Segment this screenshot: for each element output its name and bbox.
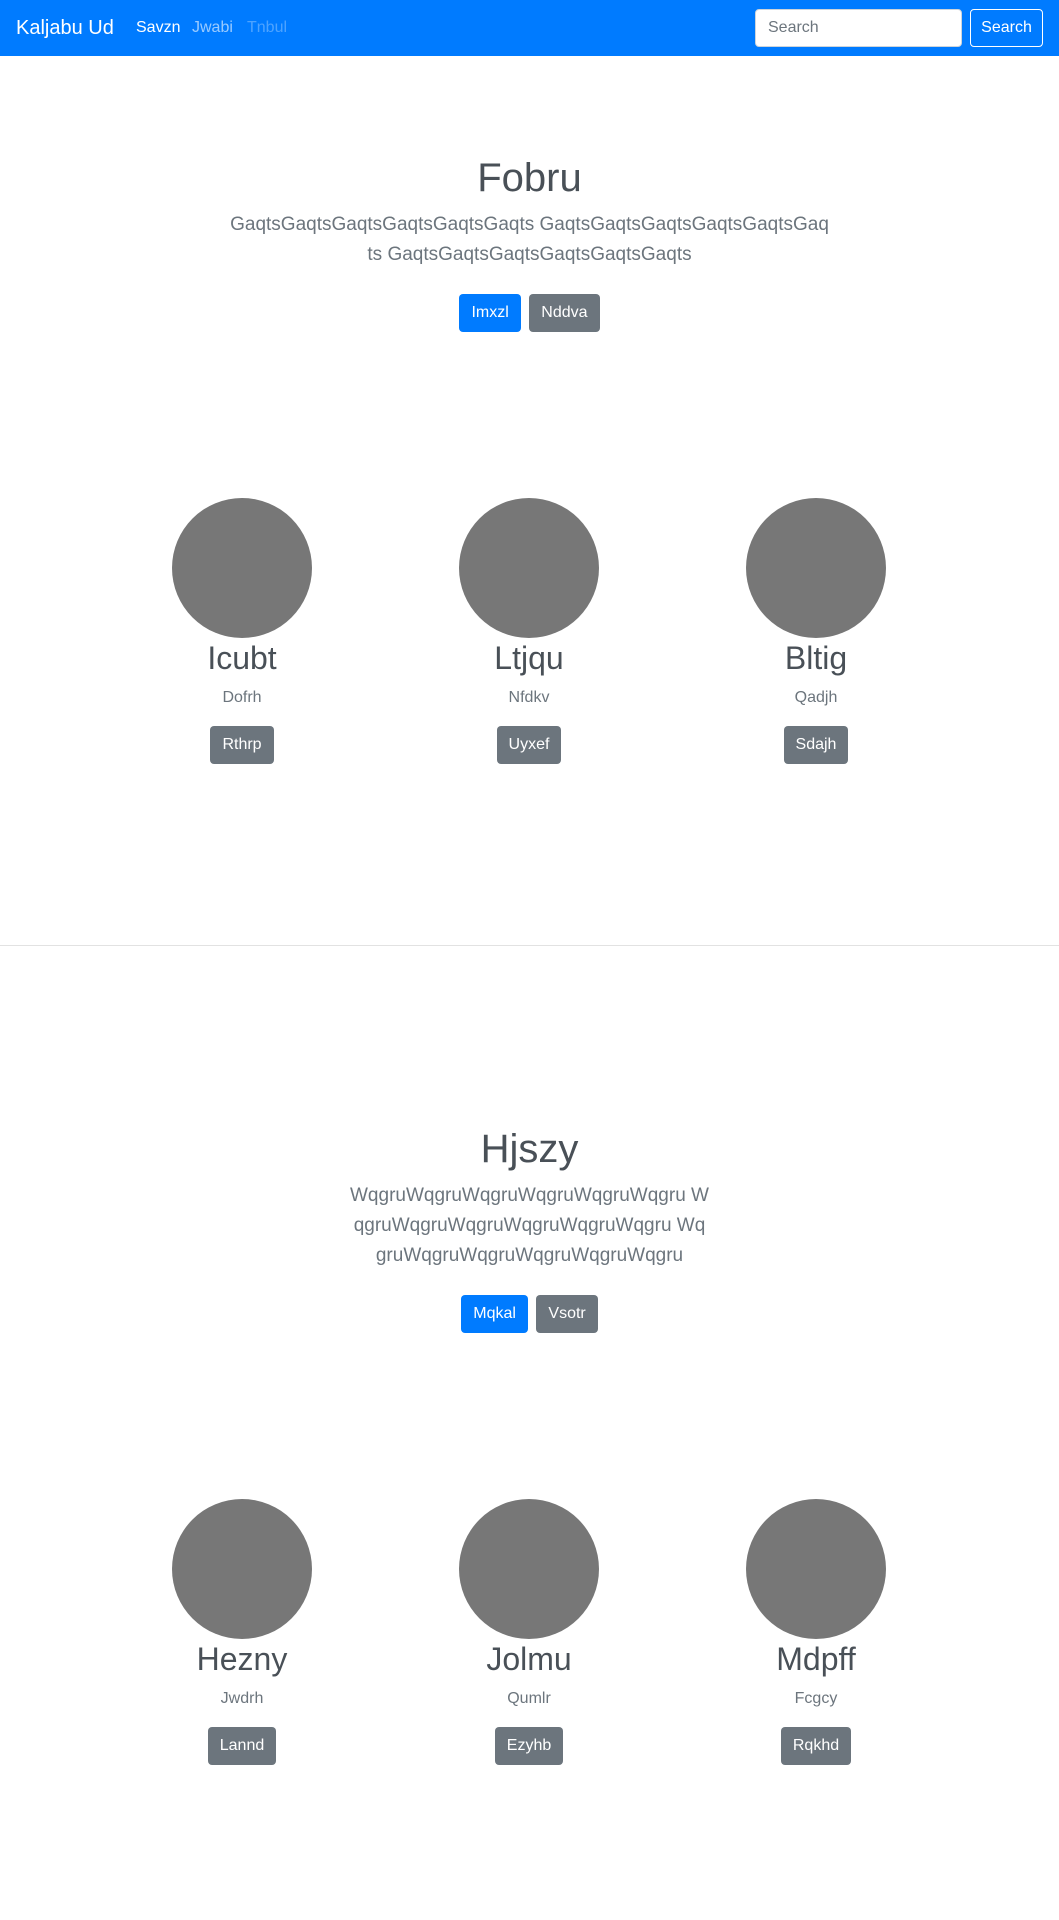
profile-card: Hezny Jwdrh Lannd: [98, 1499, 386, 1765]
profile-card: Ltjqu Nfdkv Uyxef: [385, 498, 673, 764]
profile-subtitle: Fcgcy: [794, 1690, 838, 1707]
hero-title: Fobru: [477, 156, 582, 200]
profile-subtitle: Qadjh: [794, 689, 838, 706]
hero-button-group: Mqkal Vsotr: [0, 1295, 1059, 1333]
search-button[interactable]: Search: [970, 9, 1043, 47]
avatar: [746, 498, 886, 638]
avatar: [746, 1499, 886, 1639]
hero-section-2: Hjszy WqgruWqgruWqgruWqgruWqgruWqgru Wqg…: [0, 1125, 1059, 1333]
hero-button-group: Imxzl Nddva: [0, 294, 1059, 332]
profile-card: Icubt Dofrh Rthrp: [98, 498, 386, 764]
search-input[interactable]: [755, 9, 962, 47]
profile-card: Jolmu Qumlr Ezyhb: [385, 1499, 673, 1765]
profile-card: Bltig Qadjh Sdajh: [672, 498, 960, 764]
nav-link-jwabi[interactable]: Jwabi: [192, 17, 233, 39]
hero-title: Hjszy: [480, 1127, 579, 1171]
profile-name: Ltjqu: [494, 640, 564, 676]
avatar: [172, 1499, 312, 1639]
profile-subtitle: Nfdkv: [508, 689, 550, 706]
profile-card: Mdpff Fcgcy Rqkhd: [672, 1499, 960, 1765]
profile-button[interactable]: Sdajh: [783, 726, 849, 764]
avatar: [459, 1499, 599, 1639]
profile-subtitle: Jwdrh: [220, 1690, 264, 1707]
hero-section-1: Fobru GaqtsGaqtsGaqtsGaqtsGaqtsGaqts Gaq…: [0, 154, 1059, 332]
avatar: [459, 498, 599, 638]
profile-button[interactable]: Ezyhb: [494, 1727, 564, 1765]
profile-name: Mdpff: [776, 1641, 856, 1677]
avatar: [172, 498, 312, 638]
profile-subtitle: Dofrh: [222, 689, 262, 706]
hero-primary-button[interactable]: Mqkal: [461, 1295, 528, 1333]
hero-secondary-button[interactable]: Vsotr: [536, 1295, 598, 1333]
nav-link-savzn[interactable]: Savzn: [136, 17, 180, 39]
hero-primary-button[interactable]: Imxzl: [459, 294, 521, 332]
profile-name: Hezny: [196, 1641, 288, 1677]
profile-button[interactable]: Rqkhd: [780, 1727, 852, 1765]
hero-secondary-button[interactable]: Nddva: [529, 294, 600, 332]
section-divider: [0, 945, 1059, 946]
nav-link-tnbul: Tnbul: [247, 19, 288, 36]
hero-lead: GaqtsGaqtsGaqtsGaqtsGaqtsGaqts GaqtsGaqt…: [230, 214, 829, 265]
profile-name: Icubt: [207, 640, 277, 676]
navbar-brand[interactable]: Kaljabu Ud: [16, 14, 114, 42]
profile-button[interactable]: Uyxef: [496, 726, 562, 764]
profile-subtitle: Qumlr: [507, 1690, 551, 1707]
profile-name: Jolmu: [486, 1641, 572, 1677]
navbar: Kaljabu Ud Savzn Jwabi Tnbul Search: [0, 0, 1059, 56]
profile-name: Bltig: [784, 640, 848, 676]
profile-button[interactable]: Rthrp: [210, 726, 274, 764]
hero-lead: WqgruWqgruWqgruWqgruWqgruWqgru WqgruWqgr…: [350, 1185, 709, 1266]
profile-button[interactable]: Lannd: [207, 1727, 277, 1765]
